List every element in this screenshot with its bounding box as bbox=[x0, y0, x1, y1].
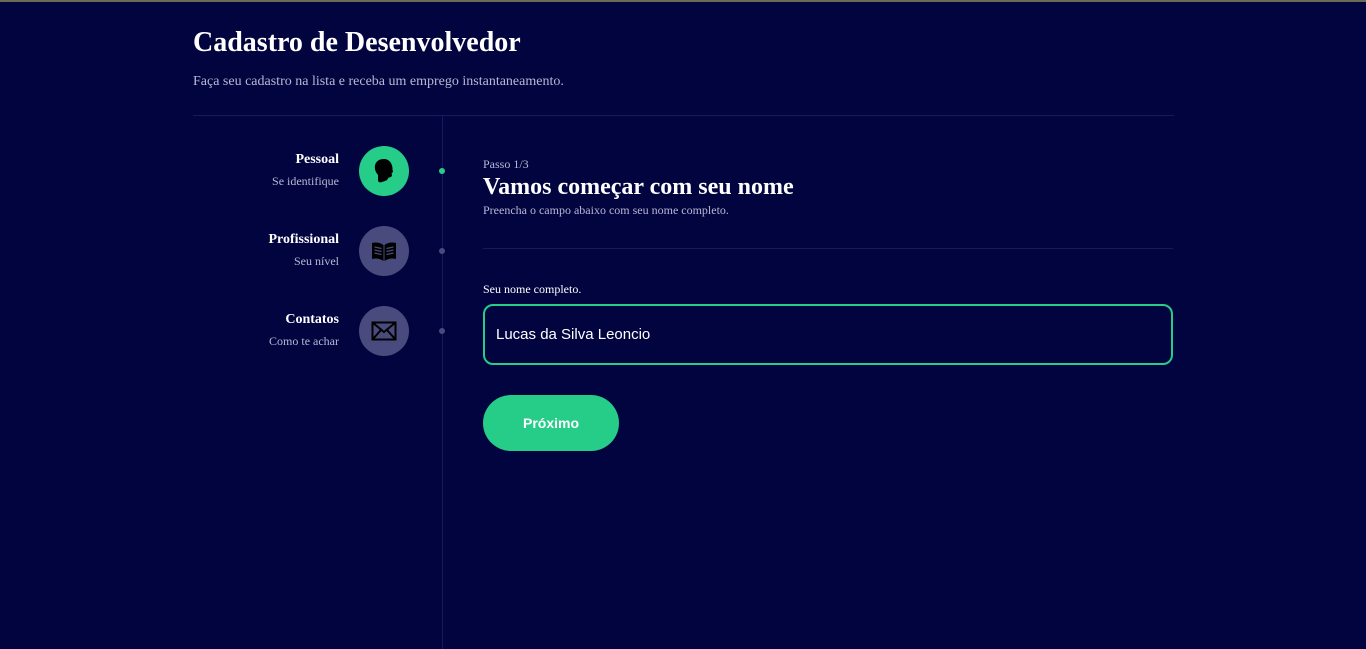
step-subtitle: Como te achar bbox=[269, 334, 339, 348]
page-title: Cadastro de Desenvolvedor bbox=[193, 27, 521, 58]
step-dot bbox=[439, 328, 445, 334]
step-icon-circle[interactable] bbox=[359, 226, 409, 276]
step-contatos[interactable]: Contatos Como te achar bbox=[193, 306, 445, 356]
sidebar-divider bbox=[442, 116, 443, 649]
step-profissional[interactable]: Profissional Seu nível bbox=[193, 226, 445, 276]
form-description: Preencha o campo abaixo com seu nome com… bbox=[483, 203, 729, 217]
step-title: Profissional bbox=[268, 232, 339, 247]
page-container: Cadastro de Desenvolvedor Faça seu cadas… bbox=[193, 0, 1174, 649]
step-icon-circle[interactable] bbox=[359, 146, 409, 196]
next-button[interactable]: Próximo bbox=[483, 395, 619, 451]
step-icon-circle[interactable] bbox=[359, 306, 409, 356]
step-pessoal[interactable]: Pessoal Se identifique bbox=[193, 146, 445, 196]
form-divider bbox=[483, 248, 1173, 249]
step-subtitle: Seu nível bbox=[294, 254, 339, 268]
header-divider bbox=[193, 115, 1174, 116]
step-title: Pessoal bbox=[295, 152, 339, 167]
name-input[interactable] bbox=[483, 304, 1173, 365]
page-subtitle: Faça seu cadastro na lista e receba um e… bbox=[193, 74, 564, 89]
step-dot bbox=[439, 248, 445, 254]
profile-icon bbox=[374, 159, 394, 183]
step-dot bbox=[439, 168, 445, 174]
step-subtitle: Se identifique bbox=[272, 174, 339, 188]
mail-icon bbox=[371, 321, 397, 341]
step-counter: Passo 1/3 bbox=[483, 157, 529, 171]
book-icon bbox=[372, 242, 396, 261]
name-field-label: Seu nome completo. bbox=[483, 282, 582, 296]
form-title: Vamos começar com seu nome bbox=[483, 174, 794, 200]
step-title: Contatos bbox=[285, 312, 339, 327]
page-header: Cadastro de Desenvolvedor Faça seu cadas… bbox=[193, 26, 1174, 91]
